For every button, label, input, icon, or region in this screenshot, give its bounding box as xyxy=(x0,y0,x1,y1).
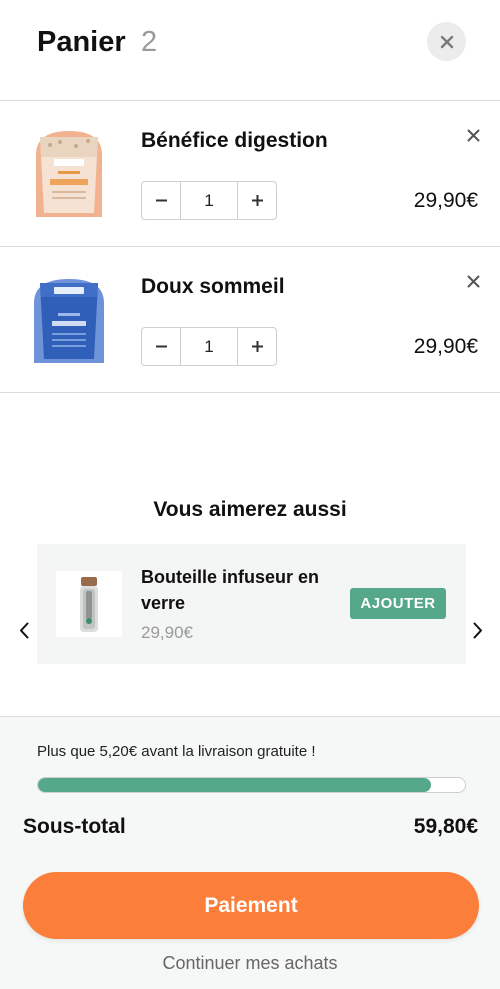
recommendations-title: Vous aimerez aussi xyxy=(153,498,347,521)
recommendation-product-name: Bouteille infuseur en verre xyxy=(141,567,320,613)
item-price: 29,90€ xyxy=(413,189,478,212)
recommendation-product-price: 29,90€ xyxy=(141,623,193,642)
free-shipping-message: Plus que 5,20€ avant la livraison gratui… xyxy=(37,743,316,760)
checkout-button[interactable]: Paiement xyxy=(23,872,479,939)
close-icon xyxy=(467,275,479,287)
plus-icon xyxy=(251,341,263,352)
cart-title: Panier xyxy=(37,26,126,58)
peach-pouch-product-image xyxy=(36,131,102,217)
minus-icon xyxy=(155,199,167,202)
quantity-input[interactable]: 1 xyxy=(180,328,238,365)
cart-footer: Plus que 5,20€ avant la livraison gratui… xyxy=(0,716,500,989)
close-icon xyxy=(440,35,453,48)
remove-item-button[interactable] xyxy=(463,125,483,145)
plus-icon xyxy=(251,195,263,206)
cart-item: Doux sommeil 1 29,90€ xyxy=(0,247,500,393)
add-to-cart-button[interactable]: AJOUTER xyxy=(350,588,446,619)
free-shipping-progress-fill xyxy=(38,778,431,792)
quantity-input[interactable]: 1 xyxy=(180,182,238,219)
recommendation-card: Bouteille infuseur en verre 29,90€ AJOUT… xyxy=(37,544,466,664)
remove-item-button[interactable] xyxy=(463,271,483,291)
item-name: Doux sommeil xyxy=(141,275,285,298)
decrement-button[interactable] xyxy=(142,328,180,365)
close-icon xyxy=(467,129,479,141)
decrement-button[interactable] xyxy=(142,182,180,219)
chevron-right-icon xyxy=(473,622,482,638)
free-shipping-progress-bar xyxy=(37,777,466,793)
carousel-prev-button[interactable] xyxy=(14,618,34,642)
item-name: Bénéfice digestion xyxy=(141,129,328,152)
subtotal-value: 59,80€ xyxy=(413,815,478,838)
increment-button[interactable] xyxy=(238,182,276,219)
increment-button[interactable] xyxy=(238,328,276,365)
close-cart-button[interactable] xyxy=(427,22,466,61)
blue-pouch-product-image xyxy=(34,279,104,363)
carousel-next-button[interactable] xyxy=(468,618,488,642)
cart-header: Panier 2 xyxy=(0,0,500,101)
quantity-stepper: 1 xyxy=(141,327,277,366)
subtotal-label: Sous-total xyxy=(23,815,126,838)
item-price: 29,90€ xyxy=(413,335,478,358)
cart-item: Bénéfice digestion 1 29,90€ xyxy=(0,101,500,247)
minus-icon xyxy=(155,345,167,348)
quantity-stepper: 1 xyxy=(141,181,277,220)
glass-bottle-image xyxy=(56,571,122,637)
cart-item-count: 2 xyxy=(141,26,158,58)
continue-shopping-link[interactable]: Continuer mes achats xyxy=(0,953,500,974)
chevron-left-icon xyxy=(20,622,29,638)
